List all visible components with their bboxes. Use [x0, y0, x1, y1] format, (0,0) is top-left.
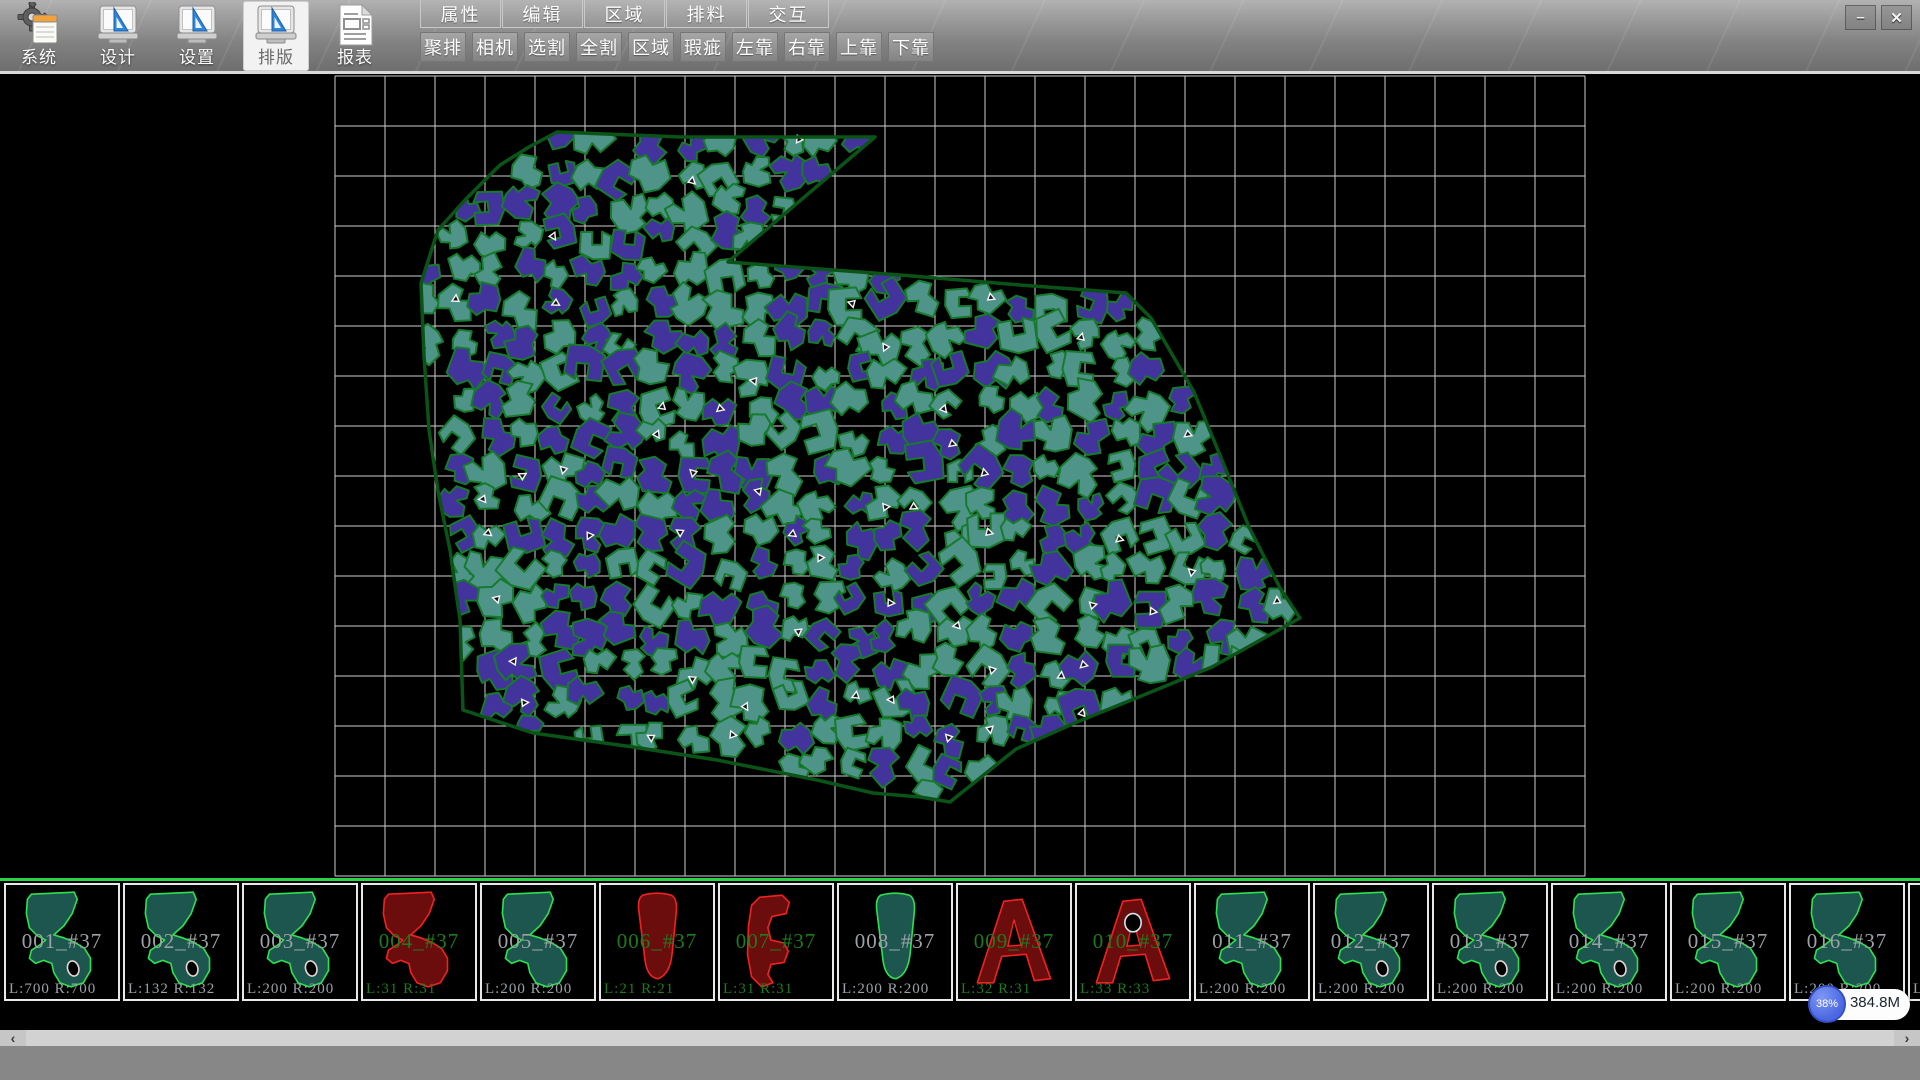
app-button-报表[interactable]: 报表 — [322, 1, 388, 71]
piece-count-label: L:200 R:200 — [485, 981, 596, 998]
piece-thumbnail-011_#37[interactable]: 011_#37 L:200 R:200 — [1194, 883, 1310, 1001]
piece-id-label: 004_#37 — [363, 929, 475, 954]
piece-thumbnail-002_#37[interactable]: 002_#37 L:132 R:132 — [123, 883, 239, 1001]
app-button-排版[interactable]: 排版 — [243, 1, 309, 71]
settings-ruler-icon — [174, 2, 220, 48]
piece-thumbnail-003_#37[interactable]: 003_#37 L:200 R:200 — [242, 883, 358, 1001]
menu-tab-排料[interactable]: 排料 — [666, 0, 747, 28]
tool-button-区域[interactable]: 区域 — [628, 32, 674, 62]
app-button-label: 排版 — [258, 48, 294, 68]
scroll-left-icon[interactable]: ‹ — [0, 1030, 26, 1046]
piece-id-label: 007_#37 — [720, 929, 832, 954]
tool-button-左靠[interactable]: 左靠 — [732, 32, 778, 62]
tool-button-聚排[interactable]: 聚排 — [420, 32, 466, 62]
piece-id-label: 014_#37 — [1553, 929, 1665, 954]
menu-tab-区域[interactable]: 区域 — [584, 0, 665, 28]
nesting-canvas[interactable] — [0, 74, 1920, 878]
piece-id-label: 003_#37 — [244, 929, 356, 954]
piece-thumbnail-013_#37[interactable]: 013_#37 L:200 R:200 — [1432, 883, 1548, 1001]
piece-count-label: L:200 R:200 — [1913, 981, 1920, 998]
hide-nesting-drawing — [0, 74, 1920, 878]
piece-count-label: L:200 R:200 — [1437, 981, 1548, 998]
horizontal-scrollbar[interactable]: ‹ › — [0, 1030, 1920, 1046]
piece-id-label: 005_#37 — [482, 929, 594, 954]
piece-thumbnail-008_#37[interactable]: 008_#37 L:200 R:200 — [837, 883, 953, 1001]
app-window: 系统 设计 设置 排版 报表 属性编辑区域排料交互 聚排相机选割全割区域瑕疵左靠 — [0, 0, 1920, 1080]
progress-percent-badge: 38% — [1808, 985, 1846, 1023]
close-icon[interactable]: ✕ — [1881, 5, 1912, 30]
pieces-strip: 001_#37L:700 R:700002_#37L:132 R:132003_… — [0, 878, 1920, 1004]
piece-id-label: 002_#37 — [125, 929, 237, 954]
app-button-系统[interactable]: 系统 — [6, 1, 72, 71]
app-button-label: 系统 — [21, 48, 57, 68]
piece-id-label: 001_#37 — [6, 929, 118, 954]
piece-count-label: L:200 R:200 — [247, 981, 358, 998]
piece-id-label: 017_#37 — [1910, 929, 1920, 954]
piece-count-label: L:200 R:200 — [1199, 981, 1310, 998]
tool-button-相机[interactable]: 相机 — [472, 32, 518, 62]
tool-button-全割[interactable]: 全割 — [576, 32, 622, 62]
toolbar-header: 系统 设计 设置 排版 报表 属性编辑区域排料交互 聚排相机选割全割区域瑕疵左靠 — [0, 0, 1920, 74]
menu-tab-属性[interactable]: 属性 — [420, 0, 501, 28]
app-button-label: 报表 — [337, 48, 373, 68]
piece-thumbnail-007_#37[interactable]: 007_#37 L:31 R:31 — [718, 883, 834, 1001]
menu-tab-编辑[interactable]: 编辑 — [502, 0, 583, 28]
piece-id-label: 006_#37 — [601, 929, 713, 954]
nested-pieces — [402, 112, 1302, 817]
menu-tab-交互[interactable]: 交互 — [748, 0, 829, 28]
piece-thumbnail-005_#37[interactable]: 005_#37 L:200 R:200 — [480, 883, 596, 1001]
piece-id-label: 015_#37 — [1672, 929, 1784, 954]
piece-count-label: L:200 R:200 — [1675, 981, 1786, 998]
piece-count-label: L:31 R:31 — [723, 981, 834, 998]
scroll-right-icon[interactable]: › — [1894, 1030, 1920, 1046]
layout-ruler-icon — [253, 2, 299, 48]
piece-id-label: 008_#37 — [839, 929, 951, 954]
piece-count-label: L:200 R:200 — [1556, 981, 1667, 998]
bottom-status-strip — [0, 1046, 1920, 1080]
piece-count-label: L:33 R:33 — [1080, 981, 1191, 998]
app-button-设置[interactable]: 设置 — [164, 1, 230, 71]
piece-thumbnail-014_#37[interactable]: 014_#37 L:200 R:200 — [1551, 883, 1667, 1001]
tool-button-上靠[interactable]: 上靠 — [836, 32, 882, 62]
app-button-label: 设计 — [100, 48, 136, 68]
piece-thumbnail-015_#37[interactable]: 015_#37 L:200 R:200 — [1670, 883, 1786, 1001]
system-gear-icon — [16, 2, 62, 48]
menu-tab-row: 属性编辑区域排料交互 — [420, 0, 830, 29]
app-button-设计[interactable]: 设计 — [85, 1, 151, 71]
tool-button-row: 聚排相机选割全割区域瑕疵左靠右靠上靠下靠 — [420, 32, 940, 62]
piece-id-label: 016_#37 — [1791, 929, 1903, 954]
piece-thumbnail-004_#37[interactable]: 004_#37 L:31 R:31 — [361, 883, 477, 1001]
piece-thumbnail-009_#37[interactable]: 009_#37 L:32 R:31 — [956, 883, 1072, 1001]
piece-count-label: L:21 R:21 — [604, 981, 715, 998]
piece-id-label: 013_#37 — [1434, 929, 1546, 954]
tool-button-瑕疵[interactable]: 瑕疵 — [680, 32, 726, 62]
design-ruler-icon — [95, 2, 141, 48]
piece-id-label: 012_#37 — [1315, 929, 1427, 954]
piece-count-label: L:32 R:31 — [961, 981, 1072, 998]
piece-count-label: L:132 R:132 — [128, 981, 239, 998]
piece-id-label: 011_#37 — [1196, 929, 1308, 954]
piece-count-label: L:31 R:31 — [366, 981, 477, 998]
memory-badge: 38% 384.8M — [1818, 989, 1910, 1020]
piece-count-label: L:200 R:200 — [1318, 981, 1429, 998]
app-toolbar: 系统 设计 设置 排版 报表 — [6, 1, 401, 71]
tool-button-选割[interactable]: 选割 — [524, 32, 570, 62]
piece-id-label: 009_#37 — [958, 929, 1070, 954]
app-button-label: 设置 — [179, 48, 215, 68]
tool-button-下靠[interactable]: 下靠 — [888, 32, 934, 62]
window-controls: – ✕ — [1845, 5, 1912, 30]
piece-thumbnail-010_#37[interactable]: 010_#37 L:33 R:33 — [1075, 883, 1191, 1001]
report-document-icon — [332, 2, 378, 48]
tool-button-右靠[interactable]: 右靠 — [784, 32, 830, 62]
piece-thumbnail-006_#37[interactable]: 006_#37 L:21 R:21 — [599, 883, 715, 1001]
piece-id-label: 010_#37 — [1077, 929, 1189, 954]
piece-thumbnail-017_#37[interactable]: 017_#37 L:200 R:200 — [1908, 883, 1920, 1001]
piece-count-label: L:200 R:200 — [842, 981, 953, 998]
piece-thumbnail-016_#37[interactable]: 016_#37L:200 R:200 — [1789, 883, 1905, 1001]
piece-thumbnail-012_#37[interactable]: 012_#37 L:200 R:200 — [1313, 883, 1429, 1001]
memory-value: 384.8M — [1850, 994, 1900, 1011]
piece-count-label: L:700 R:700 — [9, 981, 120, 998]
piece-thumbnail-001_#37[interactable]: 001_#37 L:700 R:700 — [4, 883, 120, 1001]
minimize-icon[interactable]: – — [1845, 5, 1876, 30]
